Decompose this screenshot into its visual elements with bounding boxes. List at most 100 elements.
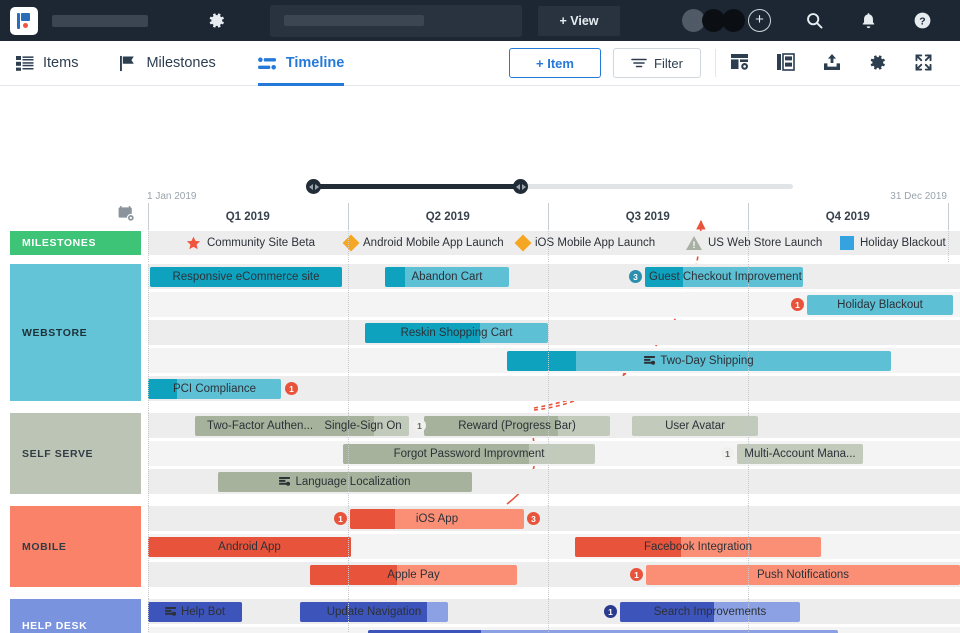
- bar-label: Facebook Integration: [640, 541, 756, 553]
- flag-icon: [120, 55, 137, 72]
- timeline-bar[interactable]: Reward (Progress Bar): [424, 415, 610, 436]
- bar-label-text: Two-Factor Authen...: [206, 419, 314, 432]
- timeline-bar[interactable]: Responsive eCommerce site: [150, 266, 342, 287]
- group-label-self-serve[interactable]: SELF SERVE: [10, 413, 141, 494]
- bar-label: Two-Factor Authen...: [203, 420, 317, 432]
- milestone-item[interactable]: Android Mobile App Launch: [342, 231, 504, 255]
- group-label-webstore[interactable]: WEBSTORE: [10, 264, 141, 401]
- scrollbar-handle-right[interactable]: [513, 179, 528, 194]
- avatar[interactable]: [722, 9, 745, 32]
- grid-divider: [347, 228, 349, 262]
- help-icon[interactable]: ?: [913, 11, 933, 31]
- timeline-bar[interactable]: PCI Compliance: [148, 378, 281, 399]
- milestone-label: Community Site Beta: [207, 237, 316, 249]
- columns-icon[interactable]: [776, 53, 796, 73]
- bell-icon[interactable]: [859, 11, 879, 31]
- global-search-input[interactable]: [270, 4, 522, 37]
- bar-label-text: Reskin Shopping Cart: [400, 326, 513, 339]
- lane-background: [148, 599, 960, 624]
- add-view-button[interactable]: + View: [538, 5, 620, 36]
- bar-label-text: iOS App: [415, 512, 459, 525]
- bar-label: Single-Sign On: [320, 420, 405, 432]
- timeline-bar[interactable]: Search Improvements: [620, 601, 800, 622]
- milestone-item[interactable]: iOS Mobile App Launch: [514, 231, 656, 255]
- search-icon[interactable]: [805, 11, 825, 31]
- timeline-bar[interactable]: Facebook Integration: [575, 536, 821, 557]
- dependency-badge[interactable]: 1: [791, 298, 804, 311]
- timeline-bar[interactable]: Language Localization: [218, 471, 472, 492]
- timeline-bar[interactable]: Multi-Account Mana...: [737, 443, 863, 464]
- scrollbar-handle-left[interactable]: [306, 179, 321, 194]
- fullscreen-icon[interactable]: [914, 53, 934, 73]
- quarter-divider: [747, 203, 749, 228]
- dependency-badge[interactable]: 3: [527, 512, 540, 525]
- timeline-bar[interactable]: Two-Day Shipping: [507, 350, 891, 371]
- grid-divider: [948, 228, 949, 262]
- timeline-bar[interactable]: Abandon Cart: [385, 266, 509, 287]
- quarter-header: Q4 2019: [825, 211, 870, 223]
- bar-label-text: Language Localization: [295, 475, 411, 488]
- timeline-bar[interactable]: Guest Checkout Improvement: [645, 266, 803, 287]
- grid-divider: [747, 228, 749, 262]
- milestone-item[interactable]: Community Site Beta: [186, 231, 315, 255]
- timeline-app: + View + ? Items Milestones Timeline + I…: [0, 0, 960, 633]
- timeline-bar[interactable]: Push Notifications: [646, 564, 960, 585]
- timeline-bar[interactable]: Two-Factor Authen...: [195, 415, 325, 436]
- grid-divider: [148, 413, 149, 506]
- dependency-badge[interactable]: 1: [604, 605, 617, 618]
- app-logo[interactable]: [10, 6, 38, 35]
- quarter-divider: [148, 203, 149, 228]
- quarter-header: Q1 2019: [225, 211, 270, 223]
- filter-button[interactable]: Filter: [613, 48, 701, 78]
- dependency-badge[interactable]: 1: [630, 568, 643, 581]
- dependency-badge[interactable]: 1: [334, 512, 347, 525]
- tab-timeline[interactable]: Timeline: [257, 41, 344, 86]
- tab-milestones-label: Milestones: [146, 55, 216, 71]
- bar-progress-fill: [350, 508, 396, 529]
- grid-divider: [747, 506, 749, 599]
- timeline-bar[interactable]: Single-Sign On: [317, 415, 409, 436]
- bar-label: Reskin Shopping Cart: [397, 327, 517, 339]
- bar-label-text: Update Navigation: [326, 605, 422, 618]
- tab-items[interactable]: Items: [16, 41, 78, 86]
- timeline-bar[interactable]: Forgot Password Improvment: [343, 443, 595, 464]
- milestone-label: Android Mobile App Launch: [363, 237, 504, 249]
- milestone-label: iOS Mobile App Launch: [535, 237, 656, 249]
- timeline-bar[interactable]: Reskin Shopping Cart: [365, 322, 548, 343]
- lane-background: [148, 320, 960, 345]
- calendar-settings-icon[interactable]: [118, 206, 135, 222]
- grid-divider: [548, 264, 549, 413]
- timeline-bar[interactable]: Apple Pay: [310, 564, 517, 585]
- dependency-badge[interactable]: 1: [413, 419, 426, 432]
- bar-progress-fill: [385, 266, 405, 287]
- timeline-bar[interactable]: Accessibility Improvements: [368, 629, 838, 633]
- timeline-bar[interactable]: User Avatar: [632, 415, 758, 436]
- dependency-badge[interactable]: 1: [721, 447, 734, 460]
- quarter-divider: [548, 203, 549, 228]
- gear-icon[interactable]: [868, 53, 888, 73]
- dependency-badge[interactable]: 1: [285, 382, 298, 395]
- member-avatars: +: [682, 9, 771, 32]
- dependency-badge[interactable]: 3: [629, 270, 642, 283]
- milestone-item[interactable]: Holiday Blackout: [840, 231, 946, 255]
- grid-divider: [347, 506, 349, 599]
- add-item-button[interactable]: + Item: [509, 48, 601, 78]
- timeline-bar[interactable]: Help Bot: [148, 601, 242, 622]
- bar-label: User Avatar: [661, 420, 729, 432]
- export-icon[interactable]: [822, 53, 842, 73]
- group-label-help-desk[interactable]: HELP DESK: [10, 599, 141, 633]
- timeline-bar[interactable]: Update Navigation: [300, 601, 448, 622]
- timeline-bar[interactable]: Android App: [148, 536, 351, 557]
- milestone-item[interactable]: ! US Web Store Launch: [686, 231, 822, 255]
- bar-label-text: Facebook Integration: [643, 540, 753, 553]
- timeline-scrollbar[interactable]: [306, 179, 793, 194]
- card-icon: [165, 607, 176, 616]
- card-settings-icon[interactable]: [730, 53, 750, 73]
- timeline-bar[interactable]: iOS App: [350, 508, 524, 529]
- group-label-mobile[interactable]: MOBILE: [10, 506, 141, 587]
- quarter-header: Q2 2019: [425, 211, 470, 223]
- tab-milestones[interactable]: Milestones: [120, 41, 216, 86]
- add-member-button[interactable]: +: [748, 9, 771, 32]
- gear-icon[interactable]: [206, 11, 226, 31]
- timeline-bar[interactable]: Holiday Blackout: [807, 294, 953, 315]
